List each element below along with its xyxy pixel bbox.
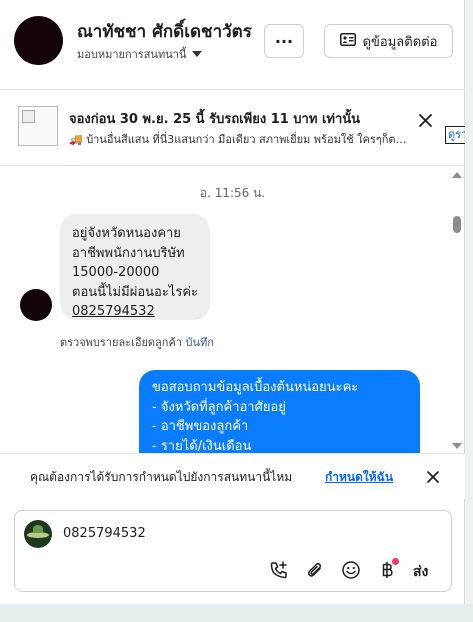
send-button[interactable]: ส่ง bbox=[413, 561, 428, 583]
save-detail-link[interactable]: บันทึก bbox=[185, 336, 213, 349]
outgoing-line: ขอสอบถามข้อมูลเบื้องต้นหน่อยนะคะ bbox=[152, 380, 359, 395]
emoji-button[interactable] bbox=[333, 557, 369, 583]
assignment-prompt-text: คุณต้องการได้รับการกำหนดไปยังการสนทนานี้… bbox=[30, 470, 293, 484]
ad-context-banner: จองก่อน 30 พ.ย. 25 นี้ รับรถเพียง 11 บาท… bbox=[0, 91, 465, 166]
composer-toolbar bbox=[261, 557, 405, 583]
ad-title: จองก่อน 30 พ.ย. 25 นี้ รับรถเพียง 11 บาท… bbox=[69, 112, 361, 127]
contact-name[interactable]: ณาทัชชา ศักดิ์เดชาวัตร bbox=[77, 18, 252, 45]
assign-label: มอบหมายการสนทนานี้ bbox=[77, 48, 187, 61]
outgoing-line: - จังหวัดที่ลูกค้าอาศัยอยู่ bbox=[152, 399, 286, 415]
contact-avatar[interactable] bbox=[14, 16, 63, 65]
close-icon bbox=[427, 471, 439, 483]
incoming-line: 15000-20000 bbox=[72, 265, 160, 280]
call-button[interactable] bbox=[261, 557, 297, 583]
assign-conversation-dropdown[interactable]: มอบหมายการสนทนานี้ bbox=[77, 45, 203, 63]
page-background bbox=[0, 604, 473, 622]
ad-image[interactable] bbox=[18, 106, 58, 146]
close-icon bbox=[419, 114, 432, 127]
attach-button[interactable] bbox=[297, 557, 333, 583]
view-contact-label: ดูข้อมูลติดต่อ bbox=[362, 34, 438, 50]
more-options-button[interactable]: ··· bbox=[264, 24, 304, 58]
outgoing-line: - รายได้/เงินเดือน bbox=[152, 438, 252, 454]
sender-avatar bbox=[20, 289, 52, 321]
detail-text: ตรวจพบรายละเอียดลูกค้า bbox=[60, 336, 182, 349]
ad-subtitle: 🚚 บ้านอื่นสีแสน ที่นี่3แสนกว่า มือเดียว … bbox=[69, 133, 409, 146]
scrollbar-thumb[interactable] bbox=[453, 216, 461, 233]
scroll-up-arrow-icon[interactable] bbox=[452, 172, 462, 178]
dismiss-prompt-button[interactable] bbox=[426, 469, 440, 488]
caret-down-icon bbox=[192, 51, 203, 57]
assign-to-me-link[interactable]: กำหนดให้ฉัน bbox=[325, 468, 393, 487]
contact-card-icon bbox=[339, 32, 356, 50]
paperclip-icon bbox=[308, 562, 322, 577]
incoming-message[interactable]: อยู่จังหวัดหนองคาย อาชีพพนักงานบริษัท 15… bbox=[60, 214, 210, 320]
outgoing-line: - อาชีพของลูกค้า bbox=[152, 419, 249, 434]
scroll-down-arrow-icon[interactable] bbox=[452, 443, 462, 449]
conversation-header: ณาทัชชา ศักดิ์เดชาวัตร มอบหมายการสนทนานี… bbox=[0, 0, 465, 90]
incoming-line: อยู่จังหวัดหนองคาย bbox=[72, 226, 181, 241]
message-input[interactable]: 0825794532 bbox=[63, 526, 146, 541]
ad-close-button[interactable] bbox=[418, 113, 433, 132]
smiley-icon bbox=[342, 561, 360, 579]
customer-detail-notice: ตรวจพบรายละเอียดลูกค้า บันทึก bbox=[60, 333, 214, 351]
incoming-phone-link[interactable]: 0825794532 bbox=[72, 302, 198, 322]
incoming-line: ตอนนี้ไม่มีผ่อนอะไรค่ะ bbox=[72, 284, 199, 300]
page-avatar bbox=[24, 520, 52, 548]
phone-plus-icon bbox=[270, 561, 287, 579]
view-contact-button[interactable]: ดูข้อมูลติดต่อ bbox=[324, 24, 453, 58]
ad-view-link[interactable]: ดูรายละเอียด bbox=[445, 126, 465, 144]
message-timestamp: อ. 11:56 น. bbox=[199, 186, 266, 200]
notification-dot bbox=[392, 558, 399, 565]
incoming-line: อาชีพพนักงานบริษัท bbox=[72, 245, 185, 261]
outgoing-message[interactable]: ขอสอบถามข้อมูลเบื้องต้นหน่อยนะคะ - จังหว… bbox=[139, 370, 420, 453]
conversation-panel: ณาทัชชา ศักดิ์เดชาวัตร มอบหมายการสนทนานี… bbox=[0, 0, 465, 604]
message-composer: 0825794532 ส่ง bbox=[14, 510, 452, 592]
payment-button[interactable] bbox=[369, 557, 405, 583]
assignment-prompt: คุณต้องการได้รับการกำหนดไปยังการสนทนานี้… bbox=[0, 453, 465, 499]
message-list[interactable]: อ. 11:56 น. อยู่จังหวัดหนองคาย อาชีพพนัก… bbox=[0, 167, 465, 453]
